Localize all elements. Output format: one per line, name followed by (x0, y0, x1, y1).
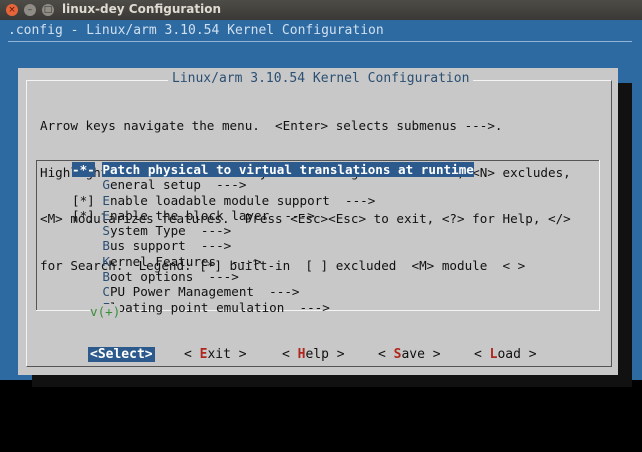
menu-item-text: ystem Type ---> (109, 223, 232, 239)
menu-item-text: atch physical to virtual translations at… (109, 162, 474, 177)
background-title-rule (8, 41, 632, 42)
menu-item[interactable]: CPU Power Management ---> (72, 284, 474, 299)
button-label: oad > (497, 347, 537, 362)
menu-item-hotkey: P (102, 162, 110, 177)
help-button[interactable]: < Help > (282, 347, 345, 362)
menu-item[interactable]: Floating point emulation ---> (72, 300, 474, 315)
select-button[interactable]: <Select> (88, 347, 155, 362)
window-titlebar: × – □ linux-dey Configuration (0, 0, 642, 21)
terminal-area: .config - Linux/arm 3.10.54 Kernel Confi… (0, 20, 642, 387)
menu-item-state (72, 238, 95, 253)
menu-item-label: Bus support ---> (102, 238, 231, 253)
menu-item[interactable]: Bus support ---> (72, 238, 474, 253)
menu-item-label: Floating point emulation ---> (102, 300, 329, 315)
menu-item-text: loating point emulation ---> (109, 299, 330, 315)
menu-item[interactable]: Boot options ---> (72, 269, 474, 284)
button-hotkey: S (97, 347, 106, 362)
save-button[interactable]: < Save > (378, 347, 441, 362)
menu-box-left-border (36, 160, 37, 310)
menu-item-label: Patch physical to virtual translations a… (102, 162, 474, 177)
help-line: Arrow keys navigate the menu. <Enter> se… (40, 118, 503, 133)
scroll-more-indicator[interactable]: v(+) (90, 304, 121, 319)
menu-item-hotkey: S (102, 223, 110, 239)
menu-item-label: Boot options ---> (102, 269, 239, 284)
menu-item-hotkey: E (102, 192, 110, 208)
menu-item[interactable]: General setup ---> (72, 177, 474, 192)
menu-item-label: General setup ---> (102, 177, 246, 192)
exit-button[interactable]: < Exit > (184, 347, 247, 362)
menu-item-text: nable loadable module support ---> (109, 192, 376, 208)
menu-item-hotkey: B (102, 238, 110, 254)
menu-item-label: Enable loadable module support ---> (102, 193, 375, 208)
menu-item-text: nable the block layer ---> (109, 207, 315, 223)
menu-item-label: CPU Power Management ---> (102, 284, 299, 299)
menu-box-right-border (599, 160, 600, 310)
menu-item-text: us support ---> (109, 238, 232, 254)
menu-item-hotkey: C (102, 284, 110, 300)
menu-item-label: System Type ---> (102, 223, 231, 238)
menu-item[interactable]: [*] Enable the block layer ---> (72, 208, 474, 223)
close-icon: × (8, 5, 16, 15)
menu-item-state: [*] (72, 207, 95, 223)
menu-item-state (72, 284, 95, 299)
menu-item-text: oot options ---> (109, 269, 239, 285)
menu-item-state (72, 269, 95, 284)
menu-item-text: eneral setup ---> (109, 177, 247, 193)
menu-item-hotkey: E (102, 207, 110, 223)
button-bracket: < (474, 347, 490, 362)
menu-item-state (72, 177, 95, 192)
menu-box: -*- Patch physical to virtual translatio… (36, 152, 600, 323)
menu-item[interactable]: -*- Patch physical to virtual translatio… (72, 162, 474, 177)
button-bracket: < (90, 347, 98, 362)
button-bracket: < (378, 347, 394, 362)
button-label: elp > (305, 347, 345, 362)
config-dialog: Linux/arm 3.10.54 Kernel Configuration A… (18, 68, 618, 375)
menu-item-state (72, 254, 95, 269)
minimize-window-button[interactable]: – (24, 4, 36, 16)
menu-item-hotkey: G (102, 177, 110, 193)
menu-list: -*- Patch physical to virtual translatio… (72, 162, 474, 315)
window-title: linux-dey Configuration (62, 2, 222, 16)
menu-item[interactable]: Kernel Features ---> (72, 254, 474, 269)
minimize-icon: – (27, 5, 33, 15)
menu-item-hotkey: B (102, 269, 110, 285)
menu-item-text: PU Power Management ---> (109, 284, 300, 300)
menu-item-state (72, 223, 95, 238)
maximize-icon: □ (43, 5, 53, 15)
button-label: xit > (207, 347, 247, 362)
dialog-title: Linux/arm 3.10.54 Kernel Configuration (168, 71, 474, 86)
background-title: .config - Linux/arm 3.10.54 Kernel Confi… (8, 23, 384, 38)
menu-item-state: [*] (72, 192, 95, 208)
menu-item[interactable]: [*] Enable loadable module support ---> (72, 193, 474, 208)
load-button[interactable]: < Load > (474, 347, 537, 362)
button-bar: <Select> < Exit > < Help > < Save > < Lo… (88, 347, 537, 452)
menu-item-label: Enable the block layer ---> (102, 208, 314, 223)
button-bracket: < (184, 347, 200, 362)
button-label: ave > (401, 347, 441, 362)
maximize-window-button[interactable]: □ (42, 4, 54, 16)
menu-item[interactable]: System Type ---> (72, 223, 474, 238)
button-label: elect> (105, 347, 153, 362)
menu-item-hotkey: K (102, 253, 110, 269)
button-bracket: < (282, 347, 298, 362)
menu-item-state: -*- (72, 162, 95, 177)
menu-item-label: Kernel Features ---> (102, 254, 261, 269)
menu-box-top-border (36, 160, 600, 161)
menu-item-text: ernel Features ---> (109, 253, 262, 269)
close-window-button[interactable]: × (6, 4, 18, 16)
